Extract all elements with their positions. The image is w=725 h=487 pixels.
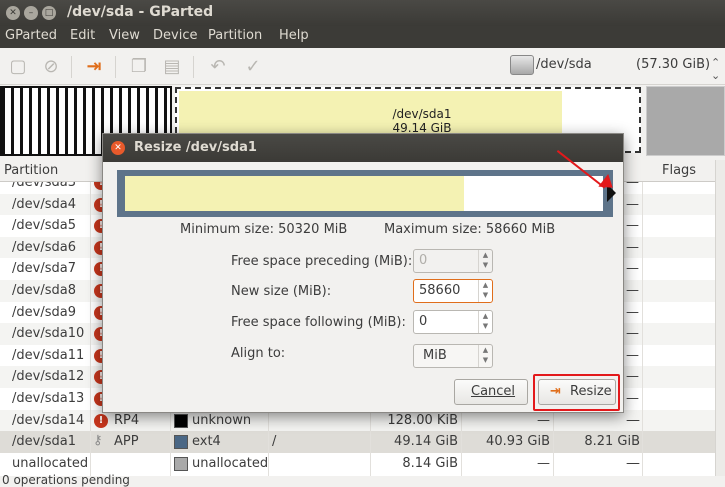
device-name: /dev/sda [536,57,592,72]
align-to-label: Align to: [231,346,286,361]
highlight-box [533,374,620,411]
vertical-scrollbar[interactable] [715,160,725,476]
device-selector[interactable]: /dev/sda (57.30 GiB) ⌃ ⌄ [506,52,725,82]
select-arrows-icon: ▲ ▼ [478,345,492,367]
window-maximize-button[interactable]: □ [42,6,56,20]
resize-dialog: ✕ Resize /dev/sda1 Minimum size: 50320 M… [102,133,624,413]
delete-icon[interactable]: ⊘ [40,56,62,78]
menu-view[interactable]: View [109,28,140,43]
status-bar: 0 operations pending [0,473,725,487]
align-to-select[interactable]: MiB ▲ ▼ [413,344,493,368]
fs-color-swatch [174,413,188,428]
free-after-label: Free space following (MiB): [231,315,406,330]
spinner-arrows-icon[interactable]: ▲ ▼ [478,311,492,333]
key-icon: ⚷ [93,433,103,449]
free-before-label: Free space preceding (MiB): [231,254,413,269]
column-divider [90,182,91,476]
slider-track [125,176,603,211]
new-size-label: New size (MiB): [231,284,332,299]
resize-move-icon[interactable]: ⇥ [83,56,105,78]
header-partition[interactable]: Partition [4,163,58,178]
undo-icon[interactable]: ↶ [207,56,229,78]
fs-color-swatch [174,456,188,471]
maximum-size-label: Maximum size: 58660 MiB [384,222,556,237]
free-after-spinner[interactable]: 0 ▲ ▼ [413,310,493,334]
unallocated-map-block[interactable] [646,86,725,156]
dialog-title: Resize /dev/sda1 [134,140,257,155]
header-flags[interactable]: Flags [662,163,696,178]
column-divider [642,182,643,476]
hard-disk-icon [510,55,534,75]
copy-icon[interactable]: ❐ [128,56,150,78]
window-title: /dev/sda - GParted [67,4,214,20]
window-minimize-button[interactable]: – [24,6,38,20]
table-row[interactable]: unallocated unallocated 8.14 GiB — — — [0,453,715,475]
spinner-arrows-icon[interactable]: ▲ ▼ [478,280,492,302]
new-size-spinner[interactable]: 58660 ▲ ▼ [413,279,493,303]
slider-used-fill [125,176,465,211]
warning-icon: ! [94,413,108,428]
spinner-arrows-icon[interactable]: ▲ ▼ [478,250,492,272]
toolbar-separator [193,56,194,78]
title-bar: ✕ – □ /dev/sda - GParted [0,0,725,26]
cancel-button[interactable]: Cancel [454,379,528,405]
apply-icon[interactable]: ✓ [242,56,264,78]
status-text: 0 operations pending [2,473,130,487]
menu-partition[interactable]: Partition [208,28,262,43]
toolbar-separator [71,56,72,78]
paste-icon[interactable]: ▤ [161,56,183,78]
updown-arrow-icon: ⌃ ⌄ [711,56,721,82]
new-partition-icon[interactable]: ▢ [7,56,29,78]
window-close-button[interactable]: ✕ [6,6,20,20]
toolbar-separator [115,56,116,78]
resize-slider[interactable] [117,170,616,217]
menu-edit[interactable]: Edit [70,28,95,43]
dialog-title-bar: ✕ Resize /dev/sda1 [103,134,623,162]
sda1-map-name: /dev/sda1 [392,107,452,121]
menu-help[interactable]: Help [279,28,309,43]
device-size: (57.30 GiB) [636,57,711,72]
menu-device[interactable]: Device [153,28,197,43]
dialog-close-button[interactable]: ✕ [111,141,125,155]
menu-bar: GParted Edit View Device Partition Help [0,26,725,48]
free-before-spinner[interactable]: 0 ▲ ▼ [413,249,493,273]
menu-gparted[interactable]: GParted [5,28,57,43]
table-row-selected[interactable]: /dev/sda1 ⚷ APP ext4 / 49.14 GiB 40.93 G… [0,431,715,453]
minimum-size-label: Minimum size: 50320 MiB [180,222,348,237]
fs-color-swatch [174,435,188,450]
